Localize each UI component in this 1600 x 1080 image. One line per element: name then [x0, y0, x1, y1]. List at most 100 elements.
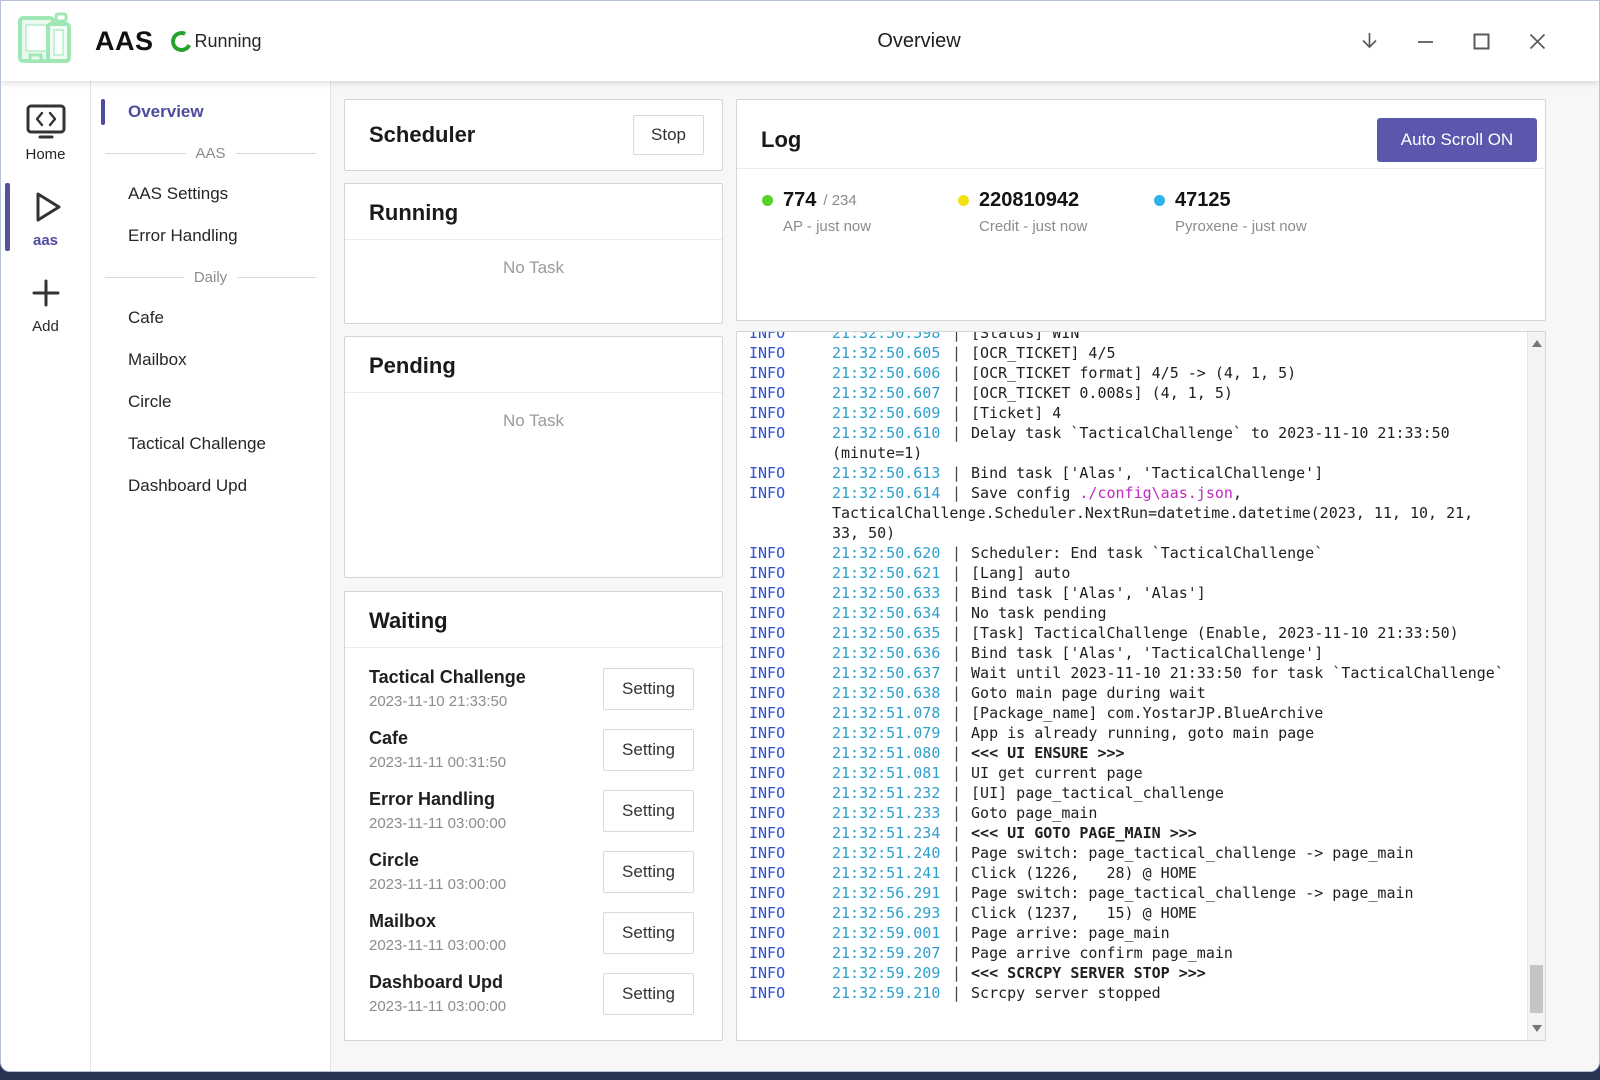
auto-scroll-button[interactable]: Auto Scroll ON [1377, 118, 1537, 162]
page-title: Overview [877, 30, 960, 53]
log-stat-pyroxene: 47125 Pyroxene - just now [1154, 189, 1350, 235]
log-stat-ap: 774 / 234 AP - just now [762, 189, 958, 235]
task-next-run: 2023-11-11 00:31:50 [369, 751, 506, 775]
code-monitor-icon [25, 103, 67, 141]
rail-item-home[interactable]: Home [1, 97, 90, 167]
task-next-run: 2023-11-11 03:00:00 [369, 995, 506, 1019]
nav-item-tactical-challenge[interactable]: Tactical Challenge [91, 423, 330, 465]
task-column: Scheduler Stop Running No Task Pending N… [344, 99, 723, 1041]
log-line: INFO21:32:56.291|Page switch: page_tacti… [749, 883, 1545, 903]
log-line: INFO21:32:50.606|[OCR_TICKET format] 4/5… [749, 363, 1545, 383]
log-line: TacticalChallenge.Scheduler.NextRun=date… [749, 503, 1545, 523]
waiting-card: Waiting Tactical Challenge2023-11-10 21:… [344, 591, 723, 1041]
log-stat-credit: 220810942 Credit - just now [958, 189, 1154, 235]
log-line: INFO21:32:51.081|UI get current page [749, 763, 1545, 783]
log-line: INFO21:32:50.621|[Lang] auto [749, 563, 1545, 583]
nav-item-circle[interactable]: Circle [91, 381, 330, 423]
rail-item-aas[interactable]: aas [1, 181, 90, 253]
stat-label: Credit - just now [958, 218, 1154, 235]
setting-button[interactable]: Setting [603, 729, 694, 771]
task-next-run: 2023-11-11 03:00:00 [369, 934, 506, 958]
task-name: Dashboard Upd [369, 969, 506, 995]
nav-list: OverviewAASAAS SettingsError HandlingDai… [91, 91, 330, 507]
log-line: INFO21:32:59.210|Scrcpy server stopped [749, 983, 1545, 1003]
scroll-down-icon[interactable] [1532, 1025, 1542, 1032]
log-output-card: INFO21:32:50.598|[Status] WININFO21:32:5… [736, 331, 1546, 1041]
task-name: Error Handling [369, 786, 506, 812]
waiting-task-row: Circle2023-11-11 03:00:00 Setting [369, 841, 694, 902]
log-line: INFO21:32:59.207|Page arrive confirm pag… [749, 943, 1545, 963]
log-title: Log [761, 127, 801, 153]
nav-item-dashboard-upd[interactable]: Dashboard Upd [91, 465, 330, 507]
waiting-task-row: Mailbox2023-11-11 03:00:00Setting [369, 902, 694, 963]
nav-item-cafe[interactable]: Cafe [91, 297, 330, 339]
log-line: INFO21:32:50.637|Wait until 2023-11-10 2… [749, 663, 1545, 683]
log-line: INFO21:32:50.609|[Ticket] 4 [749, 403, 1545, 423]
log-line: INFO21:32:50.605|[OCR_TICKET] 4/5 [749, 343, 1545, 363]
rail-item-add[interactable]: Add [1, 267, 90, 339]
running-empty-text: No Task [345, 258, 722, 278]
close-icon[interactable] [1526, 30, 1549, 53]
waiting-task-row: Error Handling2023-11-11 03:00:00Setting [369, 780, 694, 841]
scrollbar-thumb[interactable] [1530, 965, 1543, 1013]
setting-button[interactable]: Setting [603, 912, 694, 954]
waiting-task-row: Dashboard Upd2023-11-11 03:00:00 Setting [369, 963, 694, 1024]
log-lines: INFO21:32:50.598|[Status] WININFO21:32:5… [737, 331, 1545, 1003]
running-card: Running No Task [344, 183, 723, 324]
waiting-list: Tactical Challenge2023-11-10 21:33:50Set… [345, 648, 722, 1024]
nav-panel: OverviewAASAAS SettingsError HandlingDai… [91, 81, 331, 1072]
scheduler-title: Scheduler [369, 122, 475, 148]
running-title: Running [345, 200, 722, 226]
stat-dot-icon [958, 195, 969, 206]
nav-item-overview[interactable]: Overview [91, 91, 330, 133]
pending-card: Pending No Task [344, 336, 723, 578]
app-logo-icon [11, 11, 77, 71]
setting-button[interactable]: Setting [603, 668, 694, 710]
minimize-icon[interactable] [1414, 30, 1437, 53]
scroll-up-icon[interactable] [1532, 340, 1542, 347]
pending-title: Pending [345, 353, 722, 379]
log-line: 33, 50) [749, 523, 1545, 543]
active-indicator [5, 183, 10, 251]
nav-item-aas-settings[interactable]: AAS Settings [91, 173, 330, 215]
task-next-run: 2023-11-11 03:00:00 [369, 873, 506, 897]
log-line: INFO21:32:50.610|Delay task `TacticalCha… [749, 423, 1545, 443]
setting-button[interactable]: Setting [603, 973, 694, 1015]
log-line: INFO21:32:51.240|Page switch: page_tacti… [749, 843, 1545, 863]
log-line: INFO21:32:59.209|<<< SCRCPY SERVER STOP … [749, 963, 1545, 983]
log-line: INFO21:32:51.241|Click (1226, 28) @ HOME [749, 863, 1545, 883]
nav-section-divider: Daily [91, 257, 330, 297]
setting-button[interactable]: Setting [603, 790, 694, 832]
log-scrollbar[interactable] [1527, 332, 1545, 1040]
icon-rail: Home aas Add [1, 81, 91, 1072]
maximize-icon[interactable] [1470, 30, 1493, 53]
log-header-row: Log Auto Scroll ON [737, 116, 1545, 164]
stat-label: AP - just now [762, 218, 958, 235]
stat-label: Pyroxene - just now [1154, 218, 1350, 235]
log-line: INFO21:32:51.234|<<< UI GOTO PAGE_MAIN >… [749, 823, 1545, 843]
stat-value: 774 [783, 189, 816, 212]
download-icon[interactable] [1358, 30, 1381, 53]
scheduler-card: Scheduler Stop [344, 99, 723, 171]
log-line: INFO21:32:59.001|Page arrive: page_main [749, 923, 1545, 943]
divider [345, 392, 722, 393]
divider [345, 239, 722, 240]
task-name: Circle [369, 847, 506, 873]
stat-dot-icon [1154, 195, 1165, 206]
log-line: INFO21:32:51.079|App is already running,… [749, 723, 1545, 743]
running-spinner-icon [168, 28, 195, 55]
play-icon [26, 187, 66, 227]
log-line: INFO21:32:50.634|No task pending [749, 603, 1545, 623]
stat-value: 47125 [1175, 189, 1231, 212]
log-line: INFO21:32:50.620|Scheduler: End task `Ta… [749, 543, 1545, 563]
nav-item-mailbox[interactable]: Mailbox [91, 339, 330, 381]
nav-item-error-handling[interactable]: Error Handling [91, 215, 330, 257]
log-line: INFO21:32:50.614|Save config ./config\aa… [749, 483, 1545, 503]
app-name: AAS [95, 26, 154, 57]
stat-suffix: / 234 [823, 192, 856, 209]
stat-value: 220810942 [979, 189, 1079, 212]
stat-dot-icon [762, 195, 773, 206]
task-next-run: 2023-11-10 21:33:50 [369, 690, 526, 714]
stop-button[interactable]: Stop [633, 115, 704, 155]
setting-button[interactable]: Setting [603, 851, 694, 893]
